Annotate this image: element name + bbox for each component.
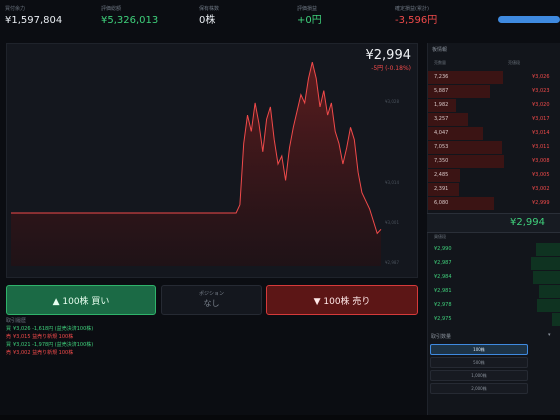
bid-depth-bar [531, 257, 560, 270]
ask-row[interactable]: 7,053 ¥3,011 [428, 141, 560, 154]
ask-volume: 4,047 [434, 130, 449, 136]
history-title: 取引履歴 [6, 318, 27, 324]
ask-price: ¥3,014 [532, 130, 550, 136]
bid-price: ¥2,981 [434, 288, 452, 294]
bid-depth-bar [536, 243, 560, 256]
ask-volume: 2,391 [434, 186, 449, 192]
bid-price: ¥2,978 [434, 302, 452, 308]
mid-price: ¥2,994 [510, 217, 545, 228]
axis-label: ¥3,028 [385, 99, 399, 104]
stat-unrealized-pl: 評価損益 +0円 [297, 6, 322, 26]
bid-row[interactable]: ¥2,978 [428, 299, 560, 312]
ask-row[interactable]: 3,257 ¥3,017 [428, 113, 560, 126]
axis-label: ¥2,987 [385, 260, 399, 265]
price-chart: ¥2,994 -5円 (-0.18%) ¥3,028 ¥3,014 ¥3,001… [6, 43, 418, 278]
bid-row[interactable]: ¥2,975 [428, 313, 560, 326]
bid-price-header: 買値段 [434, 234, 446, 239]
ask-volume: 7,236 [434, 74, 449, 80]
ask-volume: 6,080 [434, 200, 449, 206]
ask-row[interactable]: 6,080 ¥2,999 [428, 197, 560, 210]
axis-label: ¥3,014 [385, 180, 399, 185]
ask-price: ¥2,999 [532, 200, 550, 206]
bid-price: ¥2,990 [434, 246, 452, 252]
bid-price: ¥2,984 [434, 274, 452, 280]
ask-price-header: 売値段 [508, 60, 520, 65]
ask-volume: 7,350 [434, 158, 449, 164]
ask-volume: 5,887 [434, 88, 449, 94]
ask-row[interactable]: 2,391 ¥3,002 [428, 183, 560, 196]
ask-row[interactable]: 7,350 ¥3,008 [428, 155, 560, 168]
history-row: 売 ¥3,015 益売り新規 100株 [6, 334, 74, 340]
ask-volume: 3,257 [434, 116, 449, 122]
price-area [11, 62, 381, 266]
ask-price: ¥3,011 [532, 144, 550, 150]
chevron-down-icon[interactable]: ▾ [548, 332, 558, 340]
bid-depth-bar [552, 313, 560, 326]
ask-volume: 1,982 [434, 102, 449, 108]
qty-option-2000[interactable]: 2,000株 [430, 383, 528, 394]
price-change: -5円 (-0.18%) [371, 65, 411, 72]
bid-row[interactable]: ¥2,981 [428, 285, 560, 298]
bid-row[interactable]: ¥2,984 [428, 271, 560, 284]
bottom-bar [0, 415, 560, 420]
ask-price: ¥3,020 [532, 102, 550, 108]
axis-label: ¥3,001 [385, 220, 399, 225]
ask-row[interactable]: 2,485 ¥3,005 [428, 169, 560, 182]
price-chart-svg [11, 61, 382, 266]
qty-option-1000[interactable]: 1,000株 [430, 370, 528, 381]
buy-button[interactable]: ▲ 100株 買い [6, 285, 156, 315]
ask-row[interactable]: 1,982 ¥3,020 [428, 99, 560, 112]
ask-volume: 2,485 [434, 172, 449, 178]
bid-depth-bar [537, 299, 560, 312]
bid-list: ¥2,990 ¥2,987 ¥2,984 ¥2,981 ¥2,978 ¥2,975 [428, 243, 560, 326]
ask-row[interactable]: 4,047 ¥3,014 [428, 127, 560, 140]
stat-realized-pl: 確定損益(累計) -3,596円 [395, 6, 438, 26]
bid-depth-bar [539, 285, 560, 298]
ask-price: ¥3,005 [532, 172, 550, 178]
bid-row[interactable]: ¥2,990 [428, 243, 560, 256]
quantity-panel: 取引数量 100株 500株 1,000株 2,000株 [427, 330, 560, 394]
history-row: 売 ¥3,002 益売り新規 100株 [6, 350, 74, 356]
ask-volume: 7,053 [434, 144, 449, 150]
qty-option-100[interactable]: 100株 [430, 344, 528, 355]
ask-price: ¥3,008 [532, 158, 550, 164]
mid-price-bar: ¥2,994 [427, 213, 560, 233]
stat-total-value: 評価総額 ¥5,326,013 [101, 6, 159, 26]
trade-history: 取引履歴 買 ¥3,026 -1,618円 (益売決済100株) 売 ¥3,015 … [6, 318, 416, 398]
ask-row[interactable]: 5,887 ¥3,023 [428, 85, 560, 98]
ask-price: ¥3,026 [532, 74, 550, 80]
bid-price: ¥2,975 [434, 316, 452, 322]
settings-toggle[interactable] [498, 16, 560, 23]
bid-depth-bar [533, 271, 560, 284]
qty-option-500[interactable]: 500株 [430, 357, 528, 368]
bid-price: ¥2,987 [434, 260, 452, 266]
ask-price: ¥3,017 [532, 116, 550, 122]
bid-row[interactable]: ¥2,987 [428, 257, 560, 270]
sell-button[interactable]: ▼ 100株 売り [266, 285, 418, 315]
ask-row[interactable]: 7,236 ¥3,026 [428, 71, 560, 84]
stat-shares-held: 保有株数 0株 [199, 6, 220, 26]
quantity-label: 取引数量 [431, 334, 452, 340]
history-row: 買 ¥3,021 -1,978円 (益売決済100株) [6, 342, 94, 348]
top-stats-bar [0, 0, 560, 40]
position-box: ポジション なし [161, 285, 262, 315]
stat-buying-power: 買付余力 ¥1,597,804 [5, 6, 63, 26]
current-price: ¥2,994 [365, 48, 412, 63]
ask-volume-header: 売数量 [434, 60, 446, 65]
ask-list: 7,236 ¥3,026 5,887 ¥3,023 1,982 ¥3,020 3,257 ¥3… [428, 71, 560, 211]
history-row: 買 ¥3,026 -1,618円 (益売決済100株) [6, 326, 94, 332]
order-book-title: 板情報 [432, 47, 448, 53]
ask-price: ¥3,023 [532, 88, 550, 94]
ask-price: ¥3,002 [532, 186, 550, 192]
